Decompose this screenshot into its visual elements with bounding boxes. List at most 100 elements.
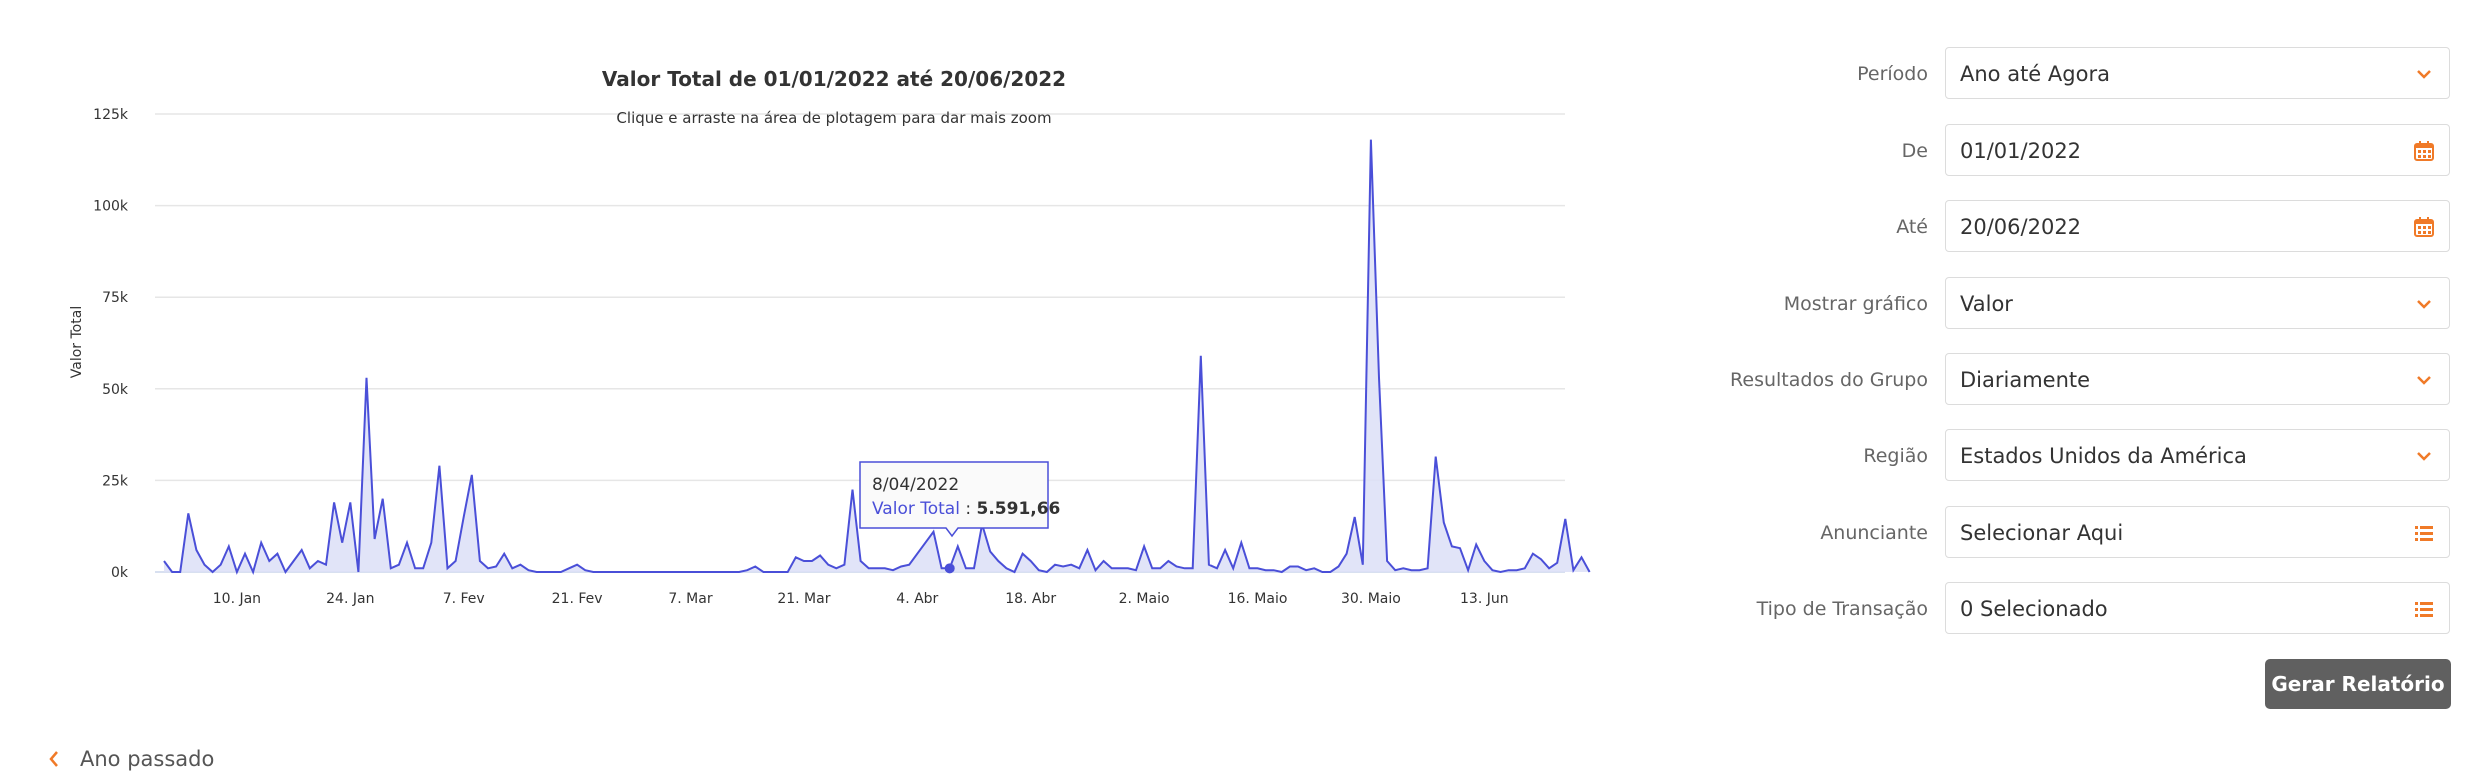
data-point[interactable] — [1182, 565, 1188, 571]
data-point[interactable] — [1093, 567, 1099, 573]
data-point[interactable] — [631, 569, 637, 575]
data-point[interactable] — [299, 547, 305, 553]
data-point[interactable] — [582, 567, 588, 573]
data-point[interactable] — [445, 565, 451, 571]
data-point[interactable] — [639, 569, 645, 575]
data-point[interactable] — [995, 558, 1001, 564]
data-point[interactable] — [679, 569, 685, 575]
data-point[interactable] — [1311, 565, 1317, 571]
data-point[interactable] — [1279, 569, 1285, 575]
data-point[interactable] — [1546, 565, 1552, 571]
tipo-transacao-picker[interactable]: 0 Selecionado — [1945, 582, 2450, 634]
anunciante-picker[interactable]: Selecionar Aqui — [1945, 506, 2450, 558]
data-point[interactable] — [1149, 565, 1155, 571]
data-point[interactable] — [315, 558, 321, 564]
data-point[interactable] — [1489, 567, 1495, 573]
data-point[interactable] — [461, 514, 467, 520]
data-point[interactable] — [1433, 454, 1439, 460]
data-point[interactable] — [971, 565, 977, 571]
chart[interactable]: 0k 25k 50k 75k 100k 125k 10. Jan 24. Jan 7. Fev… — [0, 0, 1600, 640]
data-point[interactable] — [1068, 562, 1074, 568]
data-point[interactable] — [1287, 564, 1293, 570]
data-point[interactable] — [526, 567, 532, 573]
data-point[interactable] — [898, 564, 904, 570]
data-point[interactable] — [193, 547, 199, 553]
data-point[interactable] — [501, 551, 507, 557]
data-point[interactable] — [1481, 558, 1487, 564]
data-point[interactable] — [623, 569, 629, 575]
data-point[interactable] — [185, 510, 191, 516]
data-point[interactable] — [696, 569, 702, 575]
data-point[interactable] — [1522, 565, 1528, 571]
data-point[interactable] — [566, 565, 572, 571]
data-point[interactable] — [760, 569, 766, 575]
data-point[interactable] — [396, 562, 402, 568]
data-point[interactable] — [558, 569, 564, 575]
data-point[interactable] — [1230, 565, 1236, 571]
data-point[interactable] — [1384, 558, 1390, 564]
data-point[interactable] — [688, 569, 694, 575]
data-point[interactable] — [1360, 562, 1366, 568]
data-point[interactable] — [939, 565, 945, 571]
data-point[interactable] — [1530, 551, 1536, 557]
data-point[interactable] — [987, 549, 993, 555]
data-point[interactable] — [274, 551, 280, 557]
data-point[interactable] — [574, 562, 580, 568]
data-point[interactable] — [1076, 565, 1082, 571]
de-date-input[interactable]: 01/01/2022 — [1945, 124, 2450, 176]
data-point[interactable] — [1368, 137, 1374, 143]
data-point[interactable] — [210, 569, 216, 575]
data-point[interactable] — [1101, 558, 1107, 564]
calendar-icon[interactable] — [2413, 140, 2435, 162]
data-point[interactable] — [785, 569, 791, 575]
data-point[interactable] — [469, 472, 475, 478]
data-point[interactable] — [1060, 564, 1066, 570]
data-point[interactable] — [955, 543, 961, 549]
data-point[interactable] — [550, 569, 556, 575]
data-point[interactable] — [355, 569, 361, 575]
data-point[interactable] — [266, 558, 272, 564]
data-point[interactable] — [1425, 565, 1431, 571]
data-point[interactable] — [1141, 543, 1147, 549]
data-point[interactable] — [485, 565, 491, 571]
data-point[interactable] — [493, 564, 499, 570]
data-point[interactable] — [1570, 567, 1576, 573]
data-point[interactable] — [598, 569, 604, 575]
calendar-icon[interactable] — [2413, 216, 2435, 238]
data-point[interactable] — [647, 569, 653, 575]
data-point[interactable] — [615, 569, 621, 575]
data-point[interactable] — [607, 569, 613, 575]
data-point[interactable] — [283, 569, 289, 575]
data-point[interactable] — [720, 569, 726, 575]
data-point[interactable] — [1498, 569, 1504, 575]
data-point[interactable] — [1473, 542, 1479, 548]
data-point[interactable] — [1206, 562, 1212, 568]
data-point[interactable] — [963, 565, 969, 571]
data-point[interactable] — [671, 569, 677, 575]
data-point[interactable] — [1084, 547, 1090, 553]
data-point[interactable] — [1214, 565, 1220, 571]
data-point[interactable] — [542, 569, 548, 575]
data-point[interactable] — [793, 554, 799, 560]
data-point[interactable] — [1109, 565, 1115, 571]
data-point[interactable] — [1133, 567, 1139, 573]
data-point[interactable] — [1465, 567, 1471, 573]
data-point[interactable] — [655, 569, 661, 575]
data-point[interactable] — [1165, 558, 1171, 564]
gerar-relatorio-button[interactable]: Gerar Relatório — [2265, 659, 2451, 709]
data-point[interactable] — [1327, 569, 1333, 575]
data-point[interactable] — [258, 540, 264, 546]
data-point[interactable] — [1408, 567, 1414, 573]
data-point[interactable] — [388, 565, 394, 571]
data-point[interactable] — [250, 569, 256, 575]
data-point[interactable] — [218, 562, 224, 568]
data-point[interactable] — [663, 569, 669, 575]
data-point[interactable] — [1052, 562, 1058, 568]
data-point[interactable] — [1117, 565, 1123, 571]
data-point[interactable] — [323, 562, 329, 568]
data-point[interactable] — [1538, 556, 1544, 562]
data-point[interactable] — [890, 567, 896, 573]
data-point[interactable] — [1222, 547, 1228, 553]
data-point[interactable] — [1028, 558, 1034, 564]
data-point[interactable] — [906, 562, 912, 568]
